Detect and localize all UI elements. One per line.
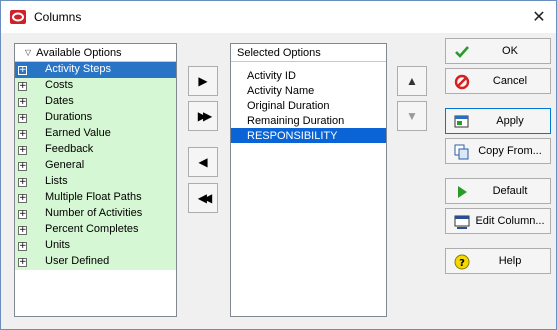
apply-label: Apply xyxy=(496,115,524,127)
expand-plus-icon[interactable]: + xyxy=(18,146,27,155)
list-item-label: Activity ID xyxy=(247,69,296,82)
double-arrow-left-icon: ◀◀ xyxy=(197,191,213,205)
selected-options-title: Selected Options xyxy=(237,46,321,59)
apply-button[interactable]: Apply xyxy=(445,108,551,134)
ok-button[interactable]: OK xyxy=(445,38,551,64)
add-all-button[interactable]: ▶▶ xyxy=(188,101,218,131)
move-down-button[interactable]: ▼ xyxy=(397,101,427,131)
available-options-header[interactable]: ▽ Available Options xyxy=(15,44,176,62)
tree-item-label: General xyxy=(45,159,85,171)
tree-item-label: Percent Completes xyxy=(45,223,139,235)
tree-item[interactable]: + Dates xyxy=(15,94,176,110)
tree-item-label: Activity Steps xyxy=(45,63,112,75)
list-item[interactable]: Activity ID xyxy=(231,68,386,83)
available-options-title: Available Options xyxy=(36,46,122,59)
expand-plus-icon[interactable]: + xyxy=(18,66,27,75)
tree-item-label: Earned Value xyxy=(45,127,111,139)
expand-plus-icon[interactable]: + xyxy=(18,258,27,267)
arrow-right-icon: ▶ xyxy=(198,74,208,88)
tree-item-label: Costs xyxy=(45,79,74,91)
available-options-list: + Activity Steps + Costs + Dates + Durations + Ea… xyxy=(15,62,176,270)
available-options-panel: ▽ Available Options + Activity Steps + Cost… xyxy=(14,43,177,317)
copy-icon xyxy=(454,144,470,160)
close-button[interactable]: ✕ xyxy=(522,1,556,33)
ok-label: OK xyxy=(502,45,518,57)
move-up-button[interactable]: ▲ xyxy=(397,66,427,96)
selected-options-header: Selected Options xyxy=(231,44,386,62)
tree-item[interactable]: + General xyxy=(15,158,176,174)
arrow-up-icon: ▲ xyxy=(406,74,418,88)
window-title: Columns xyxy=(34,10,82,24)
edit-column-label: Edit Column... xyxy=(475,215,545,227)
selected-options-list: Activity ID Activity Name Original Duratio… xyxy=(231,62,386,143)
svg-text:?: ? xyxy=(459,258,465,269)
app-icon xyxy=(10,10,26,24)
chevron-down-icon: ▽ xyxy=(25,48,32,57)
expand-plus-icon[interactable]: + xyxy=(18,226,27,235)
help-label: Help xyxy=(498,255,522,267)
columns-dialog: Columns ✕ ▽ Available Options + Activity … xyxy=(0,0,557,330)
tree-item[interactable]: + Durations xyxy=(15,110,176,126)
default-button[interactable]: Default xyxy=(445,178,551,204)
list-item-label: Remaining Duration xyxy=(247,114,345,127)
checkmark-icon xyxy=(454,44,470,60)
add-button[interactable]: ▶ xyxy=(188,66,218,96)
tree-item-label: Lists xyxy=(45,175,68,187)
tree-item-label: Feedback xyxy=(45,143,94,155)
list-item[interactable]: Original Duration xyxy=(231,98,386,113)
tree-item[interactable]: + Activity Steps xyxy=(15,62,176,78)
list-item[interactable]: Activity Name xyxy=(231,83,386,98)
double-arrow-right-icon: ▶▶ xyxy=(197,109,213,123)
tree-item[interactable]: + Number of Activities xyxy=(15,206,176,222)
list-item-label: Activity Name xyxy=(247,84,315,97)
tree-item[interactable]: + Earned Value xyxy=(15,126,176,142)
list-item-label: RESPONSIBILITY xyxy=(247,129,338,142)
expand-plus-icon[interactable]: + xyxy=(18,114,27,123)
expand-plus-icon[interactable]: + xyxy=(18,210,27,219)
list-item[interactable]: Remaining Duration xyxy=(231,113,386,128)
tree-item-label: User Defined xyxy=(45,255,110,267)
selected-options-panel: Selected Options Activity ID Activity Nam… xyxy=(230,43,387,317)
tree-item-label: Dates xyxy=(45,95,74,107)
expand-plus-icon[interactable]: + xyxy=(18,242,27,251)
copy-from-label: Copy From... xyxy=(478,145,542,157)
tree-item-label: Durations xyxy=(45,111,93,123)
tree-item[interactable]: + User Defined xyxy=(15,254,176,270)
expand-plus-icon[interactable]: + xyxy=(18,194,27,203)
title-bar: Columns ✕ xyxy=(1,1,556,33)
apply-icon xyxy=(454,114,470,130)
tree-item[interactable]: + Percent Completes xyxy=(15,222,176,238)
expand-plus-icon[interactable]: + xyxy=(18,130,27,139)
list-item[interactable]: RESPONSIBILITY xyxy=(231,128,386,143)
tree-item[interactable]: + Multiple Float Paths xyxy=(15,190,176,206)
expand-plus-icon[interactable]: + xyxy=(18,178,27,187)
tree-item-label: Multiple Float Paths xyxy=(45,191,142,203)
tree-item[interactable]: + Feedback xyxy=(15,142,176,158)
cancel-label: Cancel xyxy=(492,75,528,87)
tree-item[interactable]: + Costs xyxy=(15,78,176,94)
cancel-button[interactable]: Cancel xyxy=(445,68,551,94)
expand-plus-icon[interactable]: + xyxy=(18,162,27,171)
edit-column-button[interactable]: Edit Column... xyxy=(445,208,551,234)
help-icon: ? xyxy=(454,254,470,270)
tree-item[interactable]: + Units xyxy=(15,238,176,254)
remove-button[interactable]: ◀ xyxy=(188,147,218,177)
play-icon xyxy=(454,184,470,200)
expand-plus-icon[interactable]: + xyxy=(18,98,27,107)
arrow-left-icon: ◀ xyxy=(198,155,208,169)
default-label: Default xyxy=(492,185,528,197)
expand-plus-icon[interactable]: + xyxy=(18,82,27,91)
help-button[interactable]: ? Help xyxy=(445,248,551,274)
cancel-icon xyxy=(454,74,470,90)
copy-from-button[interactable]: Copy From... xyxy=(445,138,551,164)
tree-item-label: Number of Activities xyxy=(45,207,143,219)
tree-item-label: Units xyxy=(45,239,71,251)
tree-item[interactable]: + Lists xyxy=(15,174,176,190)
remove-all-button[interactable]: ◀◀ xyxy=(188,183,218,213)
edit-column-icon xyxy=(454,214,470,230)
list-item-label: Original Duration xyxy=(247,99,330,112)
arrow-down-icon: ▼ xyxy=(406,109,418,123)
